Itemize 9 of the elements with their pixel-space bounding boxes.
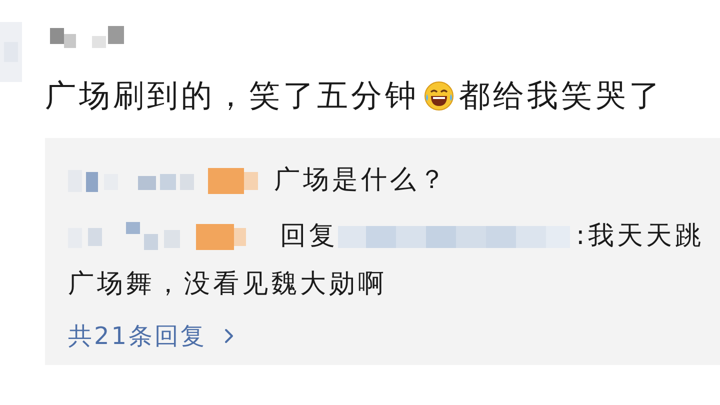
comment-text: 广场舞，没看见魏大勋啊 — [68, 269, 387, 299]
avatar-drawing — [0, 22, 22, 82]
post-text: 都给我笑哭了 — [459, 77, 663, 116]
comment-text: :我天天跳 — [576, 221, 704, 251]
reply-label: 回复 — [280, 221, 338, 251]
comment-text: 广场是什么？ — [274, 165, 448, 195]
laughing-emoji-icon — [423, 80, 455, 112]
post-text: 广场刷到的，笑了五分钟 — [45, 77, 419, 116]
more-replies-link[interactable]: 共21条回复 — [68, 320, 241, 352]
